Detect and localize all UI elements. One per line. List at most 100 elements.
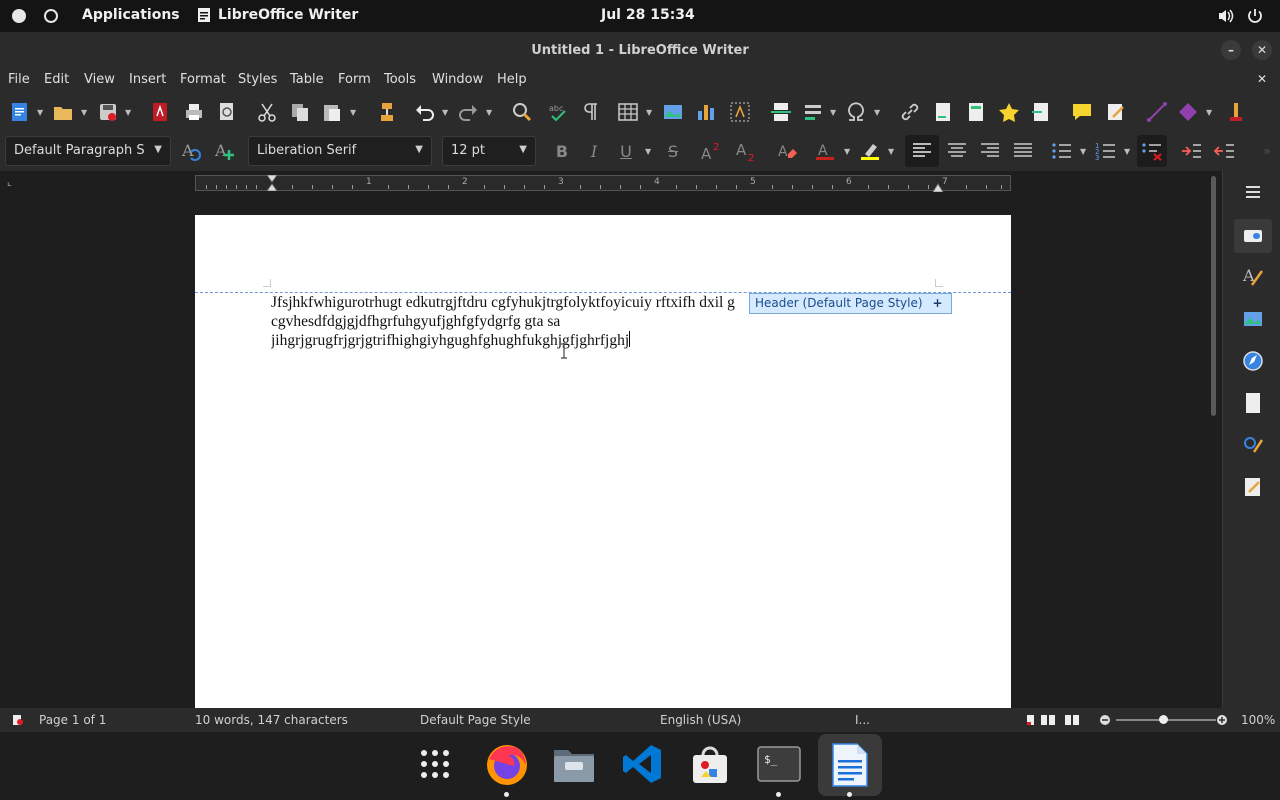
undo-dropdown-icon[interactable]: ▼	[442, 108, 448, 117]
font-color-dropdown-icon[interactable]: ▼	[844, 147, 850, 156]
menu-table[interactable]: Table	[290, 72, 324, 87]
styles-icon[interactable]: A	[1240, 263, 1266, 289]
print-icon[interactable]	[183, 101, 205, 123]
page-indicator[interactable]: Page 1 of 1	[39, 713, 106, 727]
update-style-icon[interactable]: A	[181, 140, 203, 162]
chevron-down-icon[interactable]: ▼	[519, 144, 527, 155]
insert-mode-status[interactable]: I...	[855, 713, 870, 727]
page-style-status[interactable]: Default Page Style	[420, 713, 531, 727]
active-app-menu[interactable]: LibreOffice Writer	[197, 7, 358, 23]
no-list-button[interactable]	[1137, 135, 1167, 167]
save-icon[interactable]	[97, 101, 119, 123]
table-dropdown-icon[interactable]: ▼	[646, 108, 652, 117]
word-count[interactable]: 10 words, 147 characters	[195, 713, 348, 727]
chevron-down-icon[interactable]: ▼	[415, 144, 423, 155]
open-folder-icon[interactable]	[52, 101, 74, 123]
zoom-slider-thumb[interactable]	[1159, 715, 1168, 724]
close-window-button[interactable]: ✕	[1252, 40, 1272, 60]
print-preview-icon[interactable]	[216, 101, 238, 123]
cross-reference-icon[interactable]	[1030, 101, 1052, 123]
basic-shapes-icon[interactable]	[1177, 101, 1199, 123]
new-dropdown-icon[interactable]: ▼	[37, 108, 43, 117]
font-color-icon[interactable]: A	[814, 140, 836, 162]
sidebar-menu-icon[interactable]	[1240, 179, 1266, 205]
toolbar-overflow-icon[interactable]: »	[1256, 140, 1278, 162]
font-size-combo[interactable]: 12 pt ▼	[442, 136, 536, 166]
page-icon[interactable]	[1240, 390, 1266, 416]
manage-changes-icon[interactable]	[1240, 474, 1266, 500]
special-character-dropdown-icon[interactable]: ▼	[874, 108, 880, 117]
insert-field-icon[interactable]	[802, 101, 824, 123]
undo-icon[interactable]	[414, 101, 436, 123]
paragraph-style-combo[interactable]: Default Paragraph S ▼	[5, 136, 171, 166]
menu-window[interactable]: Window	[432, 72, 483, 87]
chevron-down-icon[interactable]: ▼	[154, 144, 162, 155]
insert-chart-icon[interactable]	[695, 101, 717, 123]
menu-insert[interactable]: Insert	[129, 72, 166, 87]
insert-text-box-icon[interactable]	[729, 101, 751, 123]
strikethrough-icon[interactable]: S	[662, 140, 684, 162]
files-launcher[interactable]	[550, 740, 598, 788]
document-modified-icon[interactable]	[12, 714, 24, 726]
footnote-icon[interactable]	[932, 101, 954, 123]
header-tag-button[interactable]: Header (Default Page Style) +	[749, 293, 952, 314]
cut-icon[interactable]	[256, 101, 278, 123]
insert-table-icon[interactable]	[617, 101, 639, 123]
terminal-launcher[interactable]: $_	[755, 740, 803, 788]
font-name-combo[interactable]: Liberation Serif ▼	[248, 136, 432, 166]
tab-stop-icon[interactable]: ⌞	[7, 177, 12, 188]
bold-icon[interactable]: B	[551, 140, 573, 162]
menu-format[interactable]: Format	[180, 72, 226, 87]
paste-icon[interactable]	[321, 101, 343, 123]
workspace-indicator-icon[interactable]	[44, 9, 58, 23]
zoom-level[interactable]: 100%	[1241, 713, 1275, 727]
zoom-in-icon[interactable]	[1216, 714, 1228, 726]
minimize-button[interactable]: –	[1221, 40, 1241, 60]
close-document-button[interactable]: ✕	[1257, 72, 1267, 86]
navigator-icon[interactable]	[1240, 348, 1266, 374]
comment-icon-alt[interactable]	[965, 101, 987, 123]
right-indent-marker-icon[interactable]	[932, 182, 944, 192]
insert-image-icon[interactable]	[662, 101, 684, 123]
horizontal-ruler[interactable]: 1 2 3 4 5 6 7	[195, 175, 1011, 192]
field-dropdown-icon[interactable]: ▼	[830, 108, 836, 117]
paste-dropdown-icon[interactable]: ▼	[350, 108, 356, 117]
insert-page-break-icon[interactable]	[770, 101, 792, 123]
menu-form[interactable]: Form	[338, 72, 371, 87]
menu-tools[interactable]: Tools	[384, 72, 416, 87]
menu-help[interactable]: Help	[497, 72, 527, 87]
power-icon[interactable]	[1246, 7, 1264, 25]
italic-icon[interactable]: I	[583, 140, 605, 162]
style-inspector-icon[interactable]	[1240, 432, 1266, 458]
unordered-list-dropdown-icon[interactable]: ▼	[1080, 147, 1086, 156]
menu-file[interactable]: File	[8, 72, 30, 87]
find-replace-icon[interactable]	[511, 101, 533, 123]
formatting-marks-icon[interactable]	[579, 101, 601, 123]
unordered-list-icon[interactable]	[1051, 140, 1073, 162]
vscode-launcher[interactable]	[618, 740, 666, 788]
new-style-icon[interactable]: A	[214, 140, 236, 162]
decrease-indent-icon[interactable]	[1213, 140, 1235, 162]
hyperlink-icon[interactable]	[899, 101, 921, 123]
menu-styles[interactable]: Styles	[238, 72, 277, 87]
align-center-icon[interactable]	[946, 140, 968, 162]
zoom-out-icon[interactable]	[1099, 714, 1111, 726]
clone-formatting-icon[interactable]	[376, 101, 398, 123]
insert-line-icon[interactable]	[1146, 101, 1168, 123]
ordered-list-icon[interactable]: 123	[1095, 140, 1117, 162]
volume-icon[interactable]	[1217, 7, 1235, 25]
increase-indent-icon[interactable]	[1180, 140, 1202, 162]
firefox-launcher[interactable]	[483, 740, 531, 788]
show-apps-button[interactable]	[411, 740, 459, 788]
spelling-icon[interactable]: abc	[547, 101, 569, 123]
draw-functions-icon[interactable]	[1225, 101, 1247, 123]
workspace-indicator-icon[interactable]	[12, 9, 26, 23]
highlight-color-icon[interactable]	[859, 140, 881, 162]
properties-tab[interactable]	[1234, 219, 1272, 253]
scrollbar-thumb[interactable]	[1211, 176, 1216, 416]
insert-comment-icon[interactable]	[1071, 101, 1093, 123]
writer-launcher-active[interactable]	[818, 734, 882, 796]
language-status[interactable]: English (USA)	[660, 713, 741, 727]
view-layout-icon[interactable]	[1026, 714, 1082, 726]
subscript-icon[interactable]: A2	[735, 140, 757, 162]
